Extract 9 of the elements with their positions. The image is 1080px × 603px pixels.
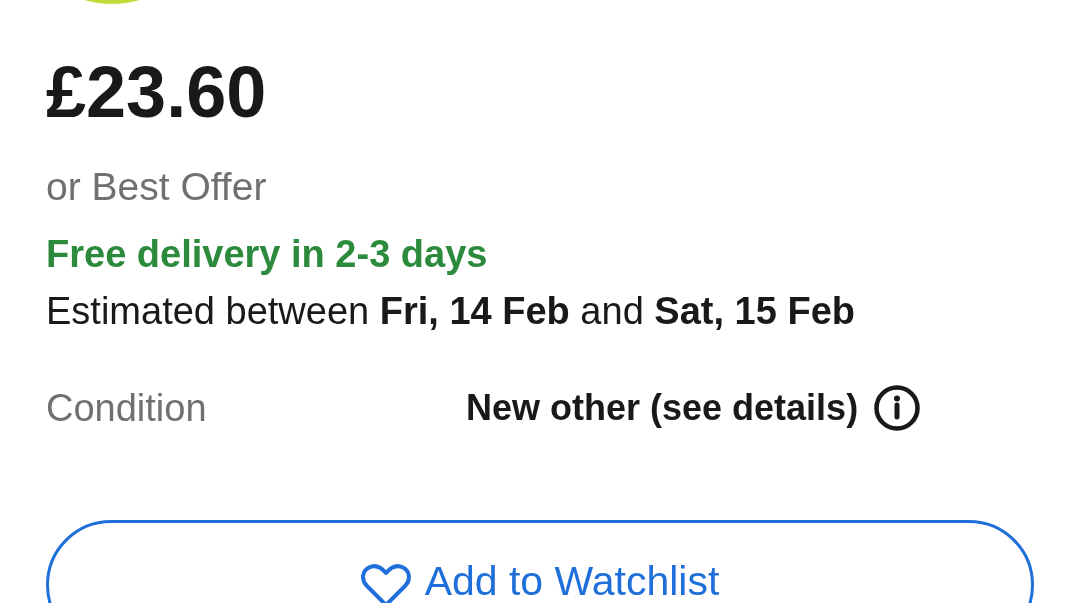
heart-icon xyxy=(360,563,411,603)
info-icon[interactable] xyxy=(874,385,921,431)
detail-value: New other (see details) xyxy=(466,386,859,430)
delivery-estimate-text: Estimated between Fri, 14 Feb and Sat, 15 Feb xyxy=(46,289,855,334)
add-to-watchlist-button[interactable]: Add to Watchlist xyxy=(46,520,1034,603)
price-text: £23.60 xyxy=(46,52,267,132)
delivery-headline: Free delivery in 2-3 days xyxy=(46,232,488,277)
best-offer-text: or Best Offer xyxy=(46,164,267,210)
detail-label: Condition xyxy=(46,386,207,431)
